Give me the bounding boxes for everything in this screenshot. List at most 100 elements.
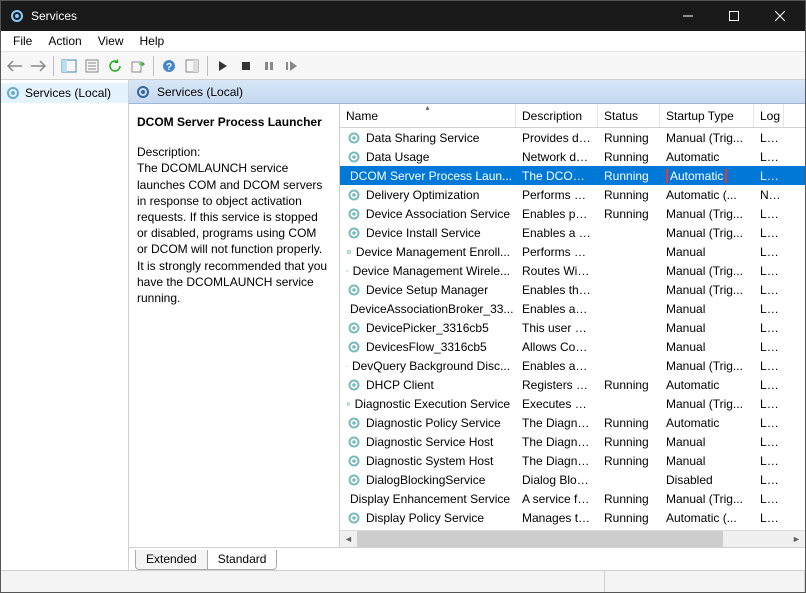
- gear-icon: [135, 84, 151, 100]
- cell-description: Dialog Bloc...: [516, 473, 598, 487]
- gear-icon: [346, 130, 362, 146]
- minimize-button[interactable]: [665, 1, 711, 31]
- action-pane-button[interactable]: [181, 55, 203, 77]
- scroll-right-button[interactable]: ►: [788, 531, 805, 548]
- horizontal-scrollbar[interactable]: ◄ ►: [340, 530, 805, 547]
- table-row[interactable]: DevicePicker_3316cb5This user ser...Manu…: [340, 318, 805, 337]
- table-row[interactable]: DevQuery Background Disc...Enables app..…: [340, 356, 805, 375]
- gear-icon: [346, 263, 349, 279]
- menu-view[interactable]: View: [90, 32, 132, 50]
- cell-name: DeviceAssociationBroker_33...: [340, 301, 516, 317]
- close-button[interactable]: [757, 1, 803, 31]
- cell-name: Diagnostic Execution Service: [340, 396, 516, 412]
- table-row[interactable]: Device Management Enroll...Performs D...…: [340, 242, 805, 261]
- cell-logon: Loca: [754, 416, 784, 430]
- table-row[interactable]: DialogBlockingServiceDialog Bloc...Disab…: [340, 470, 805, 489]
- table-row[interactable]: Delivery OptimizationPerforms co...Runni…: [340, 185, 805, 204]
- export-button[interactable]: [127, 55, 149, 77]
- table-row[interactable]: Display Enhancement ServiceA service fo.…: [340, 489, 805, 508]
- back-button[interactable]: [4, 55, 26, 77]
- right-body: DCOM Server Process Launcher Description…: [129, 104, 805, 548]
- cell-startup: Manual: [660, 302, 754, 316]
- table-row[interactable]: DevicesFlow_3316cb5Allows Con...ManualLo…: [340, 337, 805, 356]
- cell-startup: Automatic: [660, 378, 754, 392]
- column-description[interactable]: Description: [516, 104, 598, 127]
- scroll-thumb[interactable]: [357, 531, 723, 548]
- table-row[interactable]: Device Management Wirele...Routes Wire..…: [340, 261, 805, 280]
- gear-icon: [346, 149, 362, 165]
- table-row[interactable]: Data UsageNetwork da...RunningAutomaticL…: [340, 147, 805, 166]
- cell-description: The Diagno...: [516, 416, 598, 430]
- column-headers: Name▴ Description Status Startup Type Lo…: [340, 104, 805, 128]
- table-row[interactable]: Device Setup ManagerEnables the ...Manua…: [340, 280, 805, 299]
- tab-extended[interactable]: Extended: [135, 550, 208, 570]
- description-text: The DCOMLAUNCH service launches COM and …: [137, 160, 329, 306]
- cell-logon: Loca: [754, 473, 784, 487]
- table-row[interactable]: Diagnostic Execution ServiceExecutes di.…: [340, 394, 805, 413]
- cell-startup: Manual (Trig...: [660, 226, 754, 240]
- cell-logon: Loca: [754, 511, 784, 525]
- table-row[interactable]: Diagnostic Policy ServiceThe Diagno...Ru…: [340, 413, 805, 432]
- start-service-button[interactable]: [212, 55, 234, 77]
- table-row[interactable]: Data Sharing ServiceProvides da...Runnin…: [340, 128, 805, 147]
- table-row[interactable]: Diagnostic System HostThe Diagno...Runni…: [340, 451, 805, 470]
- view-tabs: Extended Standard: [129, 548, 805, 570]
- gear-icon: [346, 453, 362, 469]
- gear-icon: [346, 415, 362, 431]
- cell-description: A service fo...: [516, 492, 598, 506]
- right-pane: Services (Local) DCOM Server Process Lau…: [129, 80, 805, 570]
- menu-action[interactable]: Action: [40, 32, 89, 50]
- forward-button[interactable]: [27, 55, 49, 77]
- cell-startup: Manual: [660, 454, 754, 468]
- gear-icon: [346, 377, 362, 393]
- column-logon[interactable]: Log: [754, 104, 784, 127]
- service-rows[interactable]: Data Sharing ServiceProvides da...Runnin…: [340, 128, 805, 530]
- cell-logon: Loca: [754, 359, 784, 373]
- menu-file[interactable]: File: [5, 32, 40, 50]
- cell-startup: Manual (Trig...: [660, 264, 754, 278]
- cell-status: Running: [598, 378, 660, 392]
- properties-button[interactable]: [81, 55, 103, 77]
- maximize-button[interactable]: [711, 1, 757, 31]
- scroll-track[interactable]: [357, 531, 788, 548]
- show-hide-tree-button[interactable]: [58, 55, 80, 77]
- cell-startup: Manual (Trig...: [660, 283, 754, 297]
- column-startup-type[interactable]: Startup Type: [660, 104, 754, 127]
- table-row[interactable]: DHCP ClientRegisters an...RunningAutomat…: [340, 375, 805, 394]
- cell-status: Running: [598, 492, 660, 506]
- cell-name: DevicesFlow_3316cb5: [340, 339, 516, 355]
- table-row[interactable]: Diagnostic Service HostThe Diagno...Runn…: [340, 432, 805, 451]
- cell-logon: Loca: [754, 378, 784, 392]
- pause-service-button[interactable]: [258, 55, 280, 77]
- column-name[interactable]: Name▴: [340, 104, 516, 127]
- help-button[interactable]: ?: [158, 55, 180, 77]
- table-row[interactable]: Display Policy ServiceManages th...Runni…: [340, 508, 805, 527]
- cell-name: Data Sharing Service: [340, 130, 516, 146]
- table-row[interactable]: Device Install ServiceEnables a c...Manu…: [340, 223, 805, 242]
- cell-logon: Loca: [754, 340, 784, 354]
- cell-startup: Manual (Trig...: [660, 397, 754, 411]
- titlebar[interactable]: Services: [1, 1, 805, 31]
- cell-description: Enables app...: [516, 359, 598, 373]
- gear-icon: [346, 358, 348, 374]
- tree-item-services-local[interactable]: Services (Local): [1, 83, 128, 103]
- table-row[interactable]: DCOM Server Process Laun...The DCOML...R…: [340, 166, 805, 185]
- menu-help[interactable]: Help: [132, 32, 173, 50]
- cell-name: Diagnostic Service Host: [340, 434, 516, 450]
- cell-status: Running: [598, 150, 660, 164]
- cell-startup: Automatic: [660, 150, 754, 164]
- tab-standard[interactable]: Standard: [207, 550, 278, 570]
- separator: [53, 56, 54, 76]
- cell-status: Running: [598, 454, 660, 468]
- column-status[interactable]: Status: [598, 104, 660, 127]
- stop-service-button[interactable]: [235, 55, 257, 77]
- scroll-left-button[interactable]: ◄: [340, 531, 357, 548]
- restart-service-button[interactable]: [281, 55, 303, 77]
- cell-name: Device Management Wirele...: [340, 263, 516, 279]
- cell-name: Diagnostic System Host: [340, 453, 516, 469]
- tree-pane[interactable]: Services (Local): [1, 80, 129, 570]
- table-row[interactable]: Device Association ServiceEnables pair..…: [340, 204, 805, 223]
- table-row[interactable]: DeviceAssociationBroker_33...Enables app…: [340, 299, 805, 318]
- refresh-button[interactable]: [104, 55, 126, 77]
- detail-pane: DCOM Server Process Launcher Description…: [129, 104, 339, 547]
